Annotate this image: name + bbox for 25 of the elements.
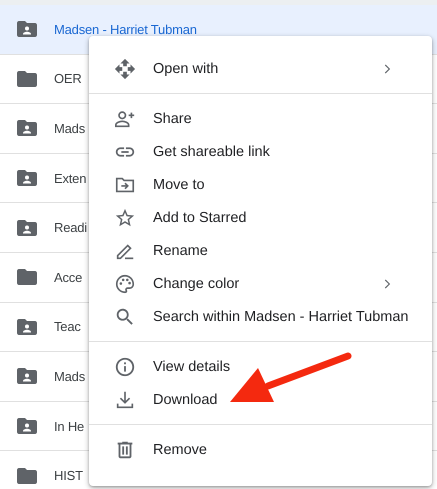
menu-item[interactable]: Download (89, 383, 432, 416)
menu-item[interactable]: Share (89, 102, 432, 135)
palette-icon (114, 272, 136, 294)
menu-item[interactable]: Search within Madsen - Harriet Tubman (89, 300, 432, 333)
menu-item[interactable]: Move to (89, 168, 432, 201)
file-name: In He (54, 418, 84, 434)
file-name: Mads (54, 368, 85, 384)
file-name: Exten (54, 170, 86, 186)
move-arrows-icon (114, 58, 136, 80)
file-name: HIST (54, 468, 83, 484)
menu-item[interactable]: View details (89, 350, 432, 383)
menu-item[interactable]: Change color (89, 267, 432, 300)
menu-item[interactable]: Get shareable link (89, 135, 432, 168)
file-name: Madsen - Harriet Tubman (54, 22, 197, 37)
star-icon (114, 206, 136, 228)
file-name: Acce (54, 270, 82, 285)
menu-item[interactable]: Open with (89, 52, 432, 85)
file-name: Mads (54, 120, 85, 136)
menu-item[interactable]: Add to Starred (89, 201, 432, 234)
info-icon (114, 356, 136, 378)
file-name: Teac (54, 319, 81, 334)
file-name: OER (54, 71, 82, 86)
menu-item[interactable]: Remove (89, 433, 432, 466)
menu-item[interactable]: Rename (89, 234, 432, 267)
file-name: Readi (54, 220, 87, 236)
